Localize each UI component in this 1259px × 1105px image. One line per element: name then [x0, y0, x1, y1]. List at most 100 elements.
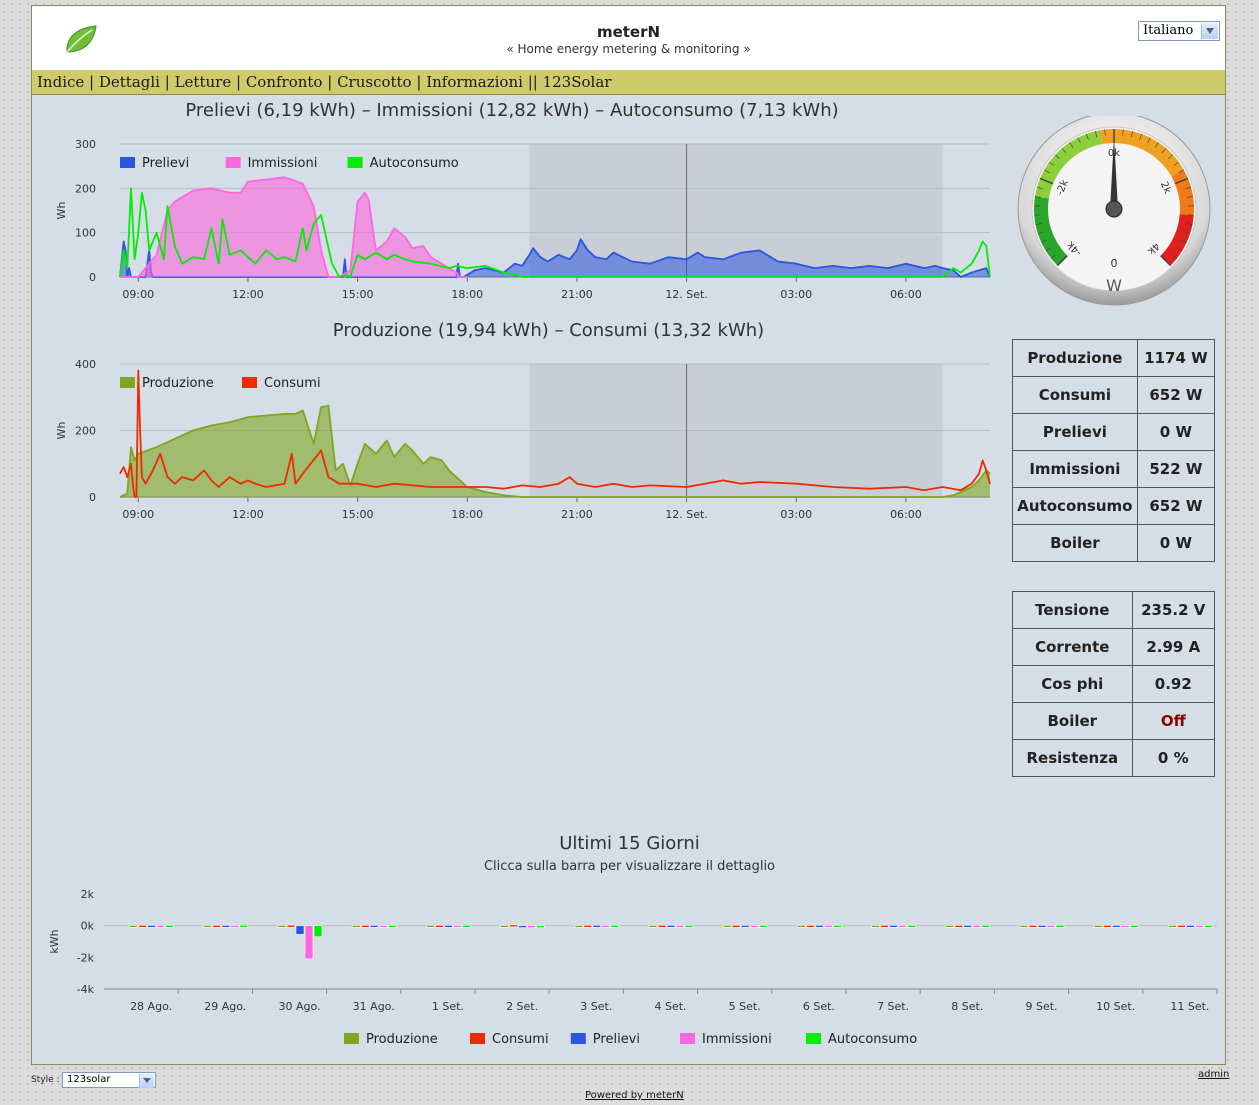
bar-immissioni [824, 925, 833, 928]
style-select[interactable]: 123solar [62, 1072, 156, 1088]
chart2-production-consumption[interactable]: 0 200 400 09:00 12:00 15:00 18:00 21:00 12. Set.… [32, 346, 1012, 526]
chart3-title: Ultimi 15 Giorni [559, 833, 700, 854]
menu-item-123solar[interactable]: 123Solar [543, 73, 612, 91]
bar-produzione [648, 925, 658, 928]
x-tick-label: 09:00 [122, 508, 154, 521]
bar-consumi [138, 925, 147, 928]
bar-autoconsumo [981, 925, 991, 928]
x-tick-label: 12. Set. [665, 508, 708, 521]
electrical-label: Cos phi [1012, 665, 1133, 703]
bar-produzione [500, 925, 509, 928]
bar-autoconsumo [1055, 925, 1065, 928]
bar-prelievi [740, 925, 750, 928]
electrical-label: Corrente [1012, 628, 1133, 666]
x-tick-label: 28 Ago. [130, 1000, 172, 1013]
menu-item-letture[interactable]: Letture [175, 73, 232, 91]
bar-immissioni [898, 925, 907, 928]
menu-item-informazioni[interactable]: Informazioni [426, 73, 523, 91]
y-tick-label: 2k [81, 888, 95, 901]
electrical-table: Tensione 235.2 V Corrente 2.99 A Cos phi 0.92… [1012, 591, 1216, 777]
x-tick-label: 15:00 [342, 508, 374, 521]
language-select[interactable]: Italiano [1138, 21, 1220, 41]
bar-produzione [426, 925, 435, 928]
menu-separator: | [89, 73, 99, 91]
bar-prelievi [815, 925, 824, 928]
y-tick-label: -4k [77, 983, 95, 996]
x-tick-label: 5 Set. [729, 1000, 761, 1013]
chart3-last-15-days[interactable]: -4k -2k 0k 2k kWh 28 Ago. 29 Ago. 30 Ago. 31 Ago… [32, 878, 1227, 1058]
menu-item-confronto[interactable]: Confronto [246, 73, 323, 91]
power-row: Produzione 1174 W [1012, 339, 1216, 377]
bar-produzione [277, 925, 287, 928]
bar-prelievi [221, 925, 231, 928]
power-value: 0 W [1136, 413, 1216, 451]
menu-separator: | [235, 73, 246, 91]
bar-autoconsumo [536, 925, 545, 928]
legend-label-autoconsumo: Autoconsumo [828, 1032, 917, 1047]
bar-produzione [722, 925, 732, 928]
bar-prelievi [1186, 925, 1195, 928]
bar-autoconsumo [907, 925, 916, 928]
electrical-row: Cos phi 0.92 [1012, 665, 1216, 703]
x-tick-label: 4 Set. [654, 1000, 686, 1013]
bar-produzione [203, 925, 213, 928]
electrical-label: Boiler [1012, 702, 1133, 740]
menu-separator: || [527, 73, 543, 91]
bar-autoconsumo [462, 925, 471, 928]
power-table: Produzione 1174 W Consumi 652 W Prelievi 0 WI… [1012, 339, 1216, 562]
power-value: 0 W [1136, 524, 1216, 562]
chart1-title: Prelievi (6,19 kWh) – Immissioni (12,82 … [185, 100, 839, 121]
bar-consumi [806, 925, 815, 928]
bar-autoconsumo [165, 925, 174, 928]
x-tick-label: 03:00 [780, 508, 812, 521]
chevron-down-icon[interactable] [1201, 23, 1218, 39]
bar-prelievi [1037, 925, 1047, 928]
legend-label-immissioni: Immissioni [702, 1032, 772, 1047]
y-tick-label: 400 [75, 358, 96, 371]
bar-produzione [871, 925, 880, 928]
x-tick-label: 21:00 [561, 508, 593, 521]
gauge-zero-label: 0 [1111, 257, 1118, 270]
style-label: Style : [31, 1075, 60, 1085]
legend-swatch-immissioni [225, 157, 241, 168]
menu-item-cruscotto[interactable]: Cruscotto [337, 73, 412, 91]
powered-by-link[interactable]: Powered by meterN [585, 1090, 684, 1101]
bar-consumi [583, 925, 593, 928]
bar-prelievi [295, 925, 305, 935]
menu-item-dettagli[interactable]: Dettagli [99, 73, 160, 91]
y-tick-label: 300 [75, 138, 96, 151]
bar-produzione [797, 925, 806, 928]
y-axis-label: Wh [55, 422, 68, 440]
bar-prelievi [666, 925, 676, 928]
bar-consumi [657, 925, 667, 928]
bar-immissioni [230, 925, 240, 928]
bar-immissioni [1120, 925, 1130, 928]
bar-produzione [574, 925, 584, 928]
bar-immissioni [972, 925, 982, 928]
chevron-down-icon[interactable] [139, 1074, 154, 1088]
electrical-row: Corrente 2.99 A [1012, 628, 1216, 666]
chart1-energy-flow[interactable]: 0 100 200 300 09:00 12:00 15:00 18:00 21:00 12. S… [32, 126, 1012, 306]
admin-link[interactable]: admin [1198, 1069, 1229, 1080]
x-tick-label: 9 Set. [1025, 1000, 1057, 1013]
x-tick-label: 12:00 [232, 288, 264, 301]
x-tick-label: 11 Set. [1170, 1000, 1209, 1013]
legend-label-immissioni: Immissioni [248, 156, 318, 171]
header: meterN « Home energy metering & monitori… [32, 6, 1225, 71]
menu-item-indice[interactable]: Indice [37, 73, 84, 91]
legend-swatch-produzione [344, 1033, 359, 1044]
power-label: Immissioni [1012, 450, 1138, 488]
x-tick-label: 12:00 [232, 508, 264, 521]
bar-consumi [360, 925, 370, 928]
bar-consumi [509, 924, 518, 928]
bar-immissioni [453, 925, 462, 928]
x-tick-label: 03:00 [780, 288, 812, 301]
electrical-value: 2.99 A [1131, 628, 1216, 666]
x-tick-label: 30 Ago. [278, 1000, 320, 1013]
bar-immissioni [156, 925, 165, 928]
power-row: Boiler 0 W [1012, 524, 1216, 562]
legend-label-prelievi: Prelievi [593, 1032, 640, 1047]
bar-immissioni [378, 925, 388, 928]
power-label: Produzione [1012, 339, 1138, 377]
power-value: 652 W [1136, 376, 1216, 414]
